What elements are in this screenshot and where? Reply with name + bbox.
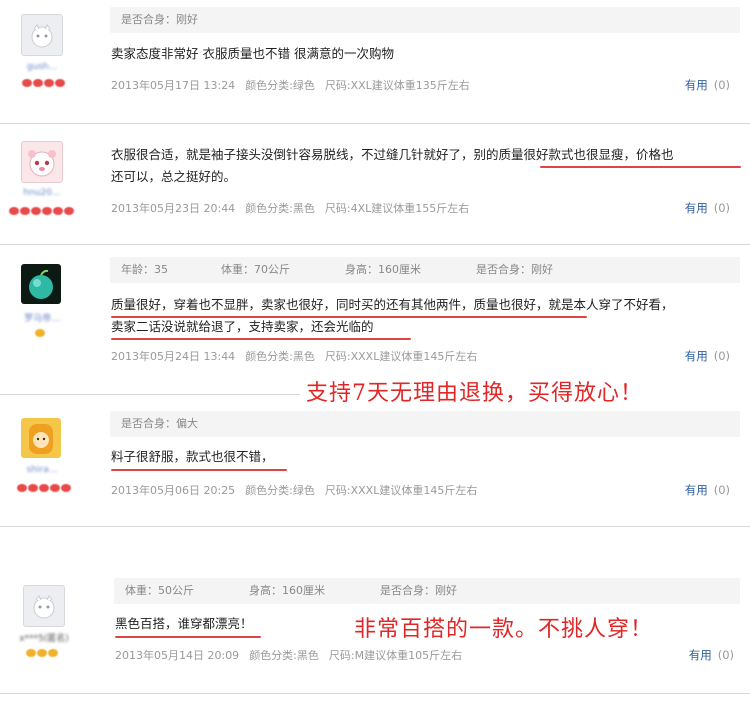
useful-label[interactable]: 有用: [685, 78, 708, 92]
cartoon-avatar-icon: [29, 424, 53, 454]
fit-attr: 是否合身：刚好: [121, 13, 198, 26]
divider: [0, 526, 750, 527]
highlight-underline: [111, 469, 287, 471]
username[interactable]: hnu20...: [14, 188, 70, 198]
size-info: 尺码:XXXL建议体重145斤左右: [324, 350, 478, 363]
useful-count: (0): [717, 648, 734, 662]
useful-button[interactable]: 有用 (0): [685, 200, 730, 216]
review-date: 2013年05月23日 20:44: [111, 202, 236, 215]
color-category: 颜色分类:绿色: [245, 484, 315, 497]
buyer-rank-icon: [17, 484, 71, 492]
fit-attr: 是否合身：刚好: [476, 263, 553, 276]
buyer-rank-icon: [26, 649, 58, 657]
apple-avatar-icon: [29, 269, 53, 299]
divider: [0, 394, 300, 395]
highlight-underline: [111, 316, 587, 318]
review-date: 2013年05月06日 20:25: [111, 484, 236, 497]
buyer-rank-icon: [35, 329, 45, 337]
useful-count: (0): [713, 201, 730, 215]
avatar[interactable]: [21, 141, 63, 183]
buyer-rank-icon: [9, 207, 74, 215]
review-text-line: 还可以，总之挺好的。: [111, 169, 237, 184]
review-meta: 2013年05月14日 20:09 颜色分类:黑色 尺码:M建议体重105斤左右: [115, 647, 472, 663]
review-date: 2013年05月17日 13:24: [111, 79, 236, 92]
username[interactable]: 罗马帝...: [14, 311, 70, 324]
promo-return-policy: 支持7天无理由退换，买得放心！: [306, 381, 643, 406]
review-date: 2013年05月24日 13:44: [111, 350, 236, 363]
promo-versatile: 非常百搭的一款。不挑人穿！: [354, 617, 654, 642]
size-info: 尺码:M建议体重105斤左右: [328, 649, 463, 662]
weight-attr: 体重：70公斤: [221, 263, 290, 276]
useful-button[interactable]: 有用 (0): [689, 647, 734, 663]
color-category: 颜色分类:黑色: [245, 350, 315, 363]
useful-label[interactable]: 有用: [689, 648, 712, 662]
review-text: 黑色百搭，谁穿都漂亮！: [115, 616, 253, 631]
review-meta: 2013年05月23日 20:44 颜色分类:黑色 尺码:4XL建议体重155斤左右: [111, 200, 479, 216]
useful-count: (0): [713, 483, 730, 497]
username[interactable]: gush...: [14, 62, 70, 72]
fit-attr: 是否合身：刚好: [380, 584, 457, 597]
size-info: 尺码:XXXL建议体重145斤左右: [324, 484, 478, 497]
useful-count: (0): [713, 349, 730, 363]
useful-count: (0): [713, 78, 730, 92]
useful-button[interactable]: 有用 (0): [685, 77, 730, 93]
review-text-line: 卖家二话没说就给退了，支持卖家，还会光临的: [111, 319, 374, 334]
fit-attr: 是否合身：偏大: [121, 417, 198, 430]
review-text: 料子很舒服，款式也很不错，: [111, 449, 274, 464]
review-meta: 2013年05月17日 13:24 颜色分类:绿色 尺码:XXL建议体重135斤左右: [111, 77, 480, 93]
height-attr: 身高：160厘米: [345, 263, 421, 276]
username[interactable]: shira...: [14, 465, 70, 475]
username[interactable]: x***5(匿名): [4, 631, 84, 644]
review-meta: 2013年05月24日 13:44 颜色分类:黑色 尺码:XXXL建议体重145斤左…: [111, 348, 487, 364]
divider: [0, 244, 750, 245]
review-attributes: 年龄：35 体重：70公斤 身高：160厘米 是否合身：刚好: [110, 257, 740, 283]
review-meta: 2013年05月06日 20:25 颜色分类:绿色 尺码:XXXL建议体重145斤左…: [111, 482, 487, 498]
color-category: 颜色分类:黑色: [249, 649, 319, 662]
size-info: 尺码:4XL建议体重155斤左右: [324, 202, 470, 215]
review-attributes: 是否合身：刚好: [110, 7, 740, 33]
review-text-line: 衣服很合适，就是袖子接头没倒针容易脱线，不过缝几针就好了，别的质量很好款式也很显…: [111, 147, 674, 162]
weight-attr: 体重：50公斤: [125, 584, 194, 597]
avatar[interactable]: [23, 585, 65, 627]
size-info: 尺码:XXL建议体重135斤左右: [324, 79, 470, 92]
review-attributes: 体重：50公斤 身高：160厘米 是否合身：刚好: [114, 578, 740, 604]
divider: [0, 123, 750, 124]
highlight-underline: [540, 166, 741, 168]
useful-button[interactable]: 有用 (0): [685, 482, 730, 498]
cartoon-avatar-icon: [28, 150, 56, 177]
height-attr: 身高：160厘米: [249, 584, 325, 597]
review-text: 卖家态度非常好 衣服质量也不错 很满意的一次购物: [111, 46, 394, 61]
highlight-underline: [111, 338, 411, 340]
highlight-underline: [115, 636, 261, 638]
color-category: 颜色分类:绿色: [245, 79, 315, 92]
useful-label[interactable]: 有用: [685, 483, 708, 497]
buyer-rank-icon: [22, 79, 65, 87]
avatar[interactable]: [21, 14, 63, 56]
color-category: 颜色分类:黑色: [245, 202, 315, 215]
review-date: 2013年05月14日 20:09: [115, 649, 240, 662]
useful-label[interactable]: 有用: [685, 201, 708, 215]
avatar[interactable]: [21, 264, 61, 304]
default-avatar-icon: [33, 595, 55, 619]
avatar[interactable]: [21, 418, 61, 458]
age-attr: 年龄：35: [121, 263, 168, 276]
review-attributes: 是否合身：偏大: [110, 411, 740, 437]
useful-button[interactable]: 有用 (0): [685, 348, 730, 364]
useful-label[interactable]: 有用: [685, 349, 708, 363]
default-avatar-icon: [31, 24, 53, 48]
divider: [0, 693, 750, 694]
review-text-line: 质量很好，穿着也不显胖，卖家也很好，同时买的还有其他两件，质量也很好，就是本人穿…: [111, 297, 674, 312]
